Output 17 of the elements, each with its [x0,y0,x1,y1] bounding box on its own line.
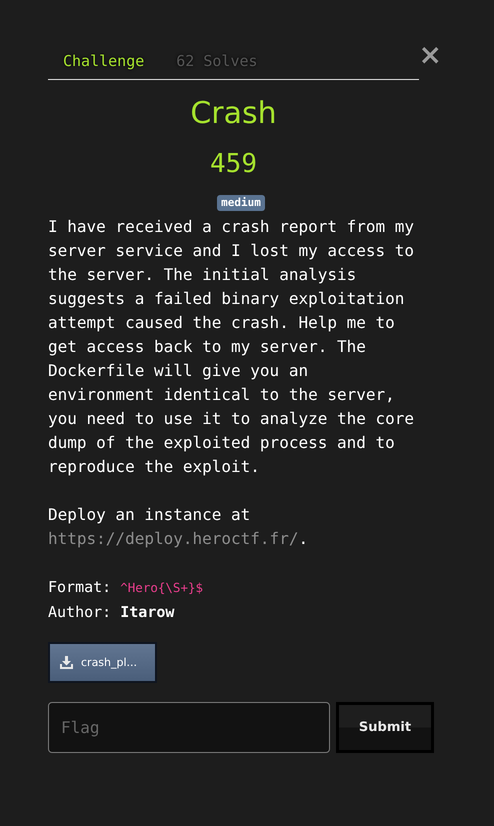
difficulty-badge: medium [217,195,265,211]
author-label: Author: [48,603,112,621]
download-icon [60,656,73,669]
description-text: I have received a crash report from my server service and I lost my access to the server. The initial analysis suggests a failed binary exploitation attempt caused the crash. Help me to get access back to my server. The Dockerfile will give you an environment identical to the server, you need to use it to analyze the core dump of the exploited process and to reproduce the exploit. [48,216,416,478]
close-button[interactable]: × [418,41,442,69]
challenge-title: Crash [189,96,278,131]
period-text: . [298,529,308,548]
author-name: Itarow [120,603,174,621]
tab[interactable]: Challenge [63,52,144,70]
submit-button[interactable]: Submit [336,702,434,753]
file-download-button[interactable]: crash_pl... [48,642,157,683]
challenge-points: 459 [209,149,258,179]
deploy-text: Deploy an instance at [48,505,250,524]
flag-format: ^Hero{\S+}$ [120,580,204,595]
flag-input[interactable]: Flag [48,702,330,753]
format-label: Format: [48,578,112,596]
deploy-link[interactable]: https://deploy.heroctf.fr/ [48,529,298,548]
